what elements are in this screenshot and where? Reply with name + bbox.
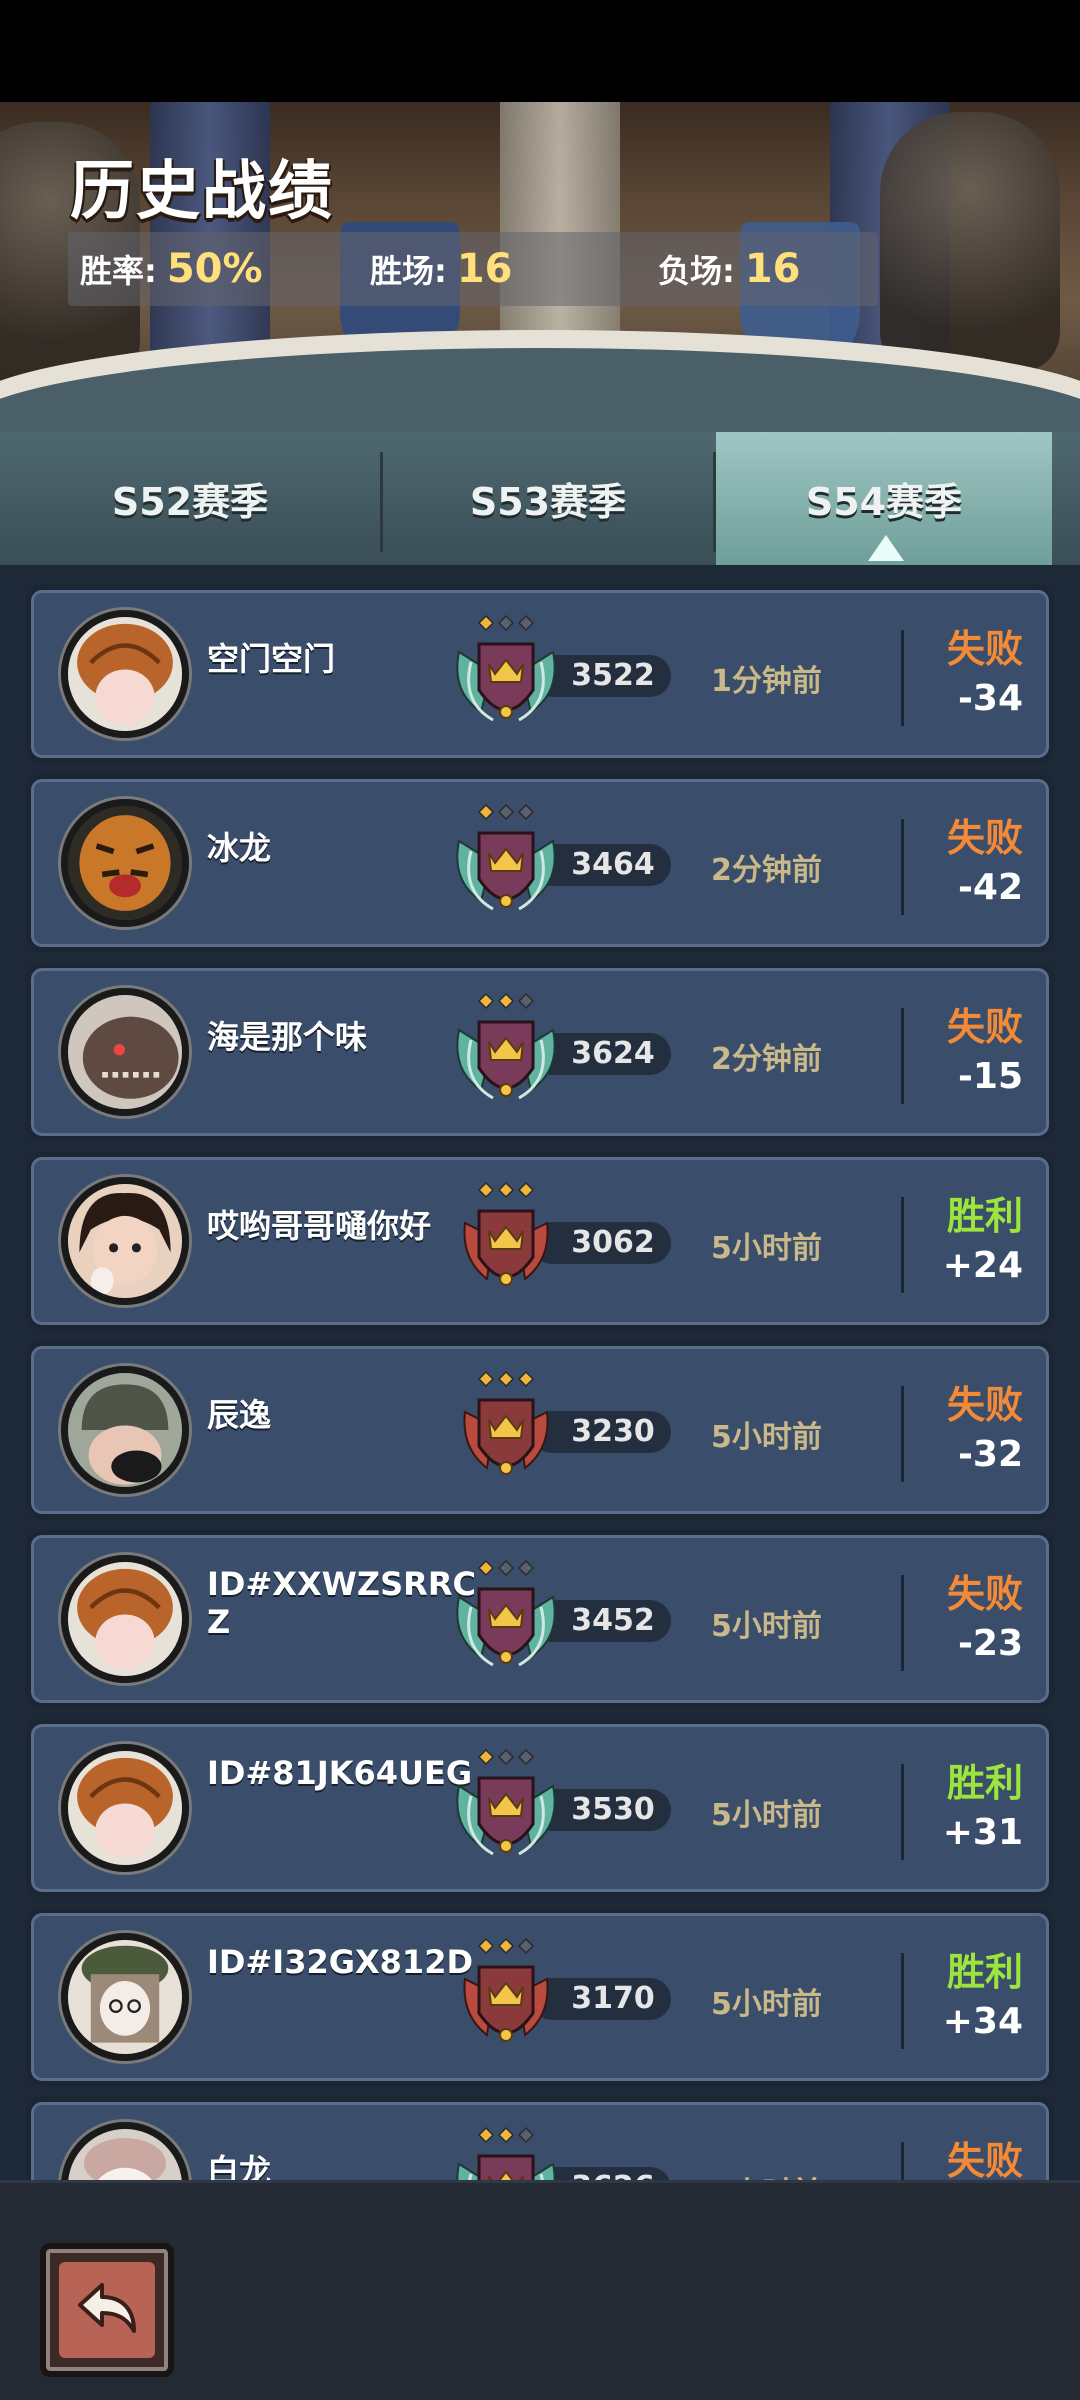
- rank-badge-icon: [451, 801, 561, 931]
- player-name: 白龙: [207, 2152, 272, 2180]
- chef-avatar[interactable]: [61, 2122, 189, 2180]
- divider: [901, 1008, 904, 1104]
- player-name: 辰逸: [207, 1396, 272, 1434]
- match-row[interactable]: 辰逸 3230 5小时前 失败 -32: [26, 1341, 1054, 1519]
- status-bar: [0, 0, 1080, 102]
- divider: [901, 1764, 904, 1860]
- stat-label: 胜率:: [80, 252, 157, 290]
- divider: [901, 1575, 904, 1671]
- match-row[interactable]: 海是那个味 3624 2分钟前 失败 -15: [26, 963, 1054, 1141]
- divider: [901, 819, 904, 915]
- rank-badge-icon: [451, 1179, 561, 1309]
- rank-badge-icon: [451, 990, 561, 1120]
- match-time: 5小时前: [711, 1987, 822, 2022]
- match-result: 失败: [946, 1383, 1023, 1427]
- tiger-avatar[interactable]: [61, 799, 189, 927]
- pumpkin-avatar[interactable]: [61, 1555, 189, 1683]
- match-row[interactable]: 哎哟哥哥嗵你好 3062 5小时前 胜利 +24: [26, 1152, 1054, 1330]
- match-time: 2分钟前: [711, 1042, 822, 1077]
- player-name: 空门空门: [207, 640, 336, 678]
- helmet-avatar[interactable]: [61, 1366, 189, 1494]
- match-history-list[interactable]: 空门空门 3522 1分钟前 失败 -34 冰龙 3464 2分钟前 失败 -42 海是那个味 362…: [0, 565, 1080, 2180]
- rank-badge-icon: [451, 612, 561, 742]
- player-name: 冰龙: [207, 829, 272, 867]
- match-time: 5小时前: [711, 1609, 822, 1644]
- match-result: 胜利: [946, 1950, 1023, 1994]
- match-row[interactable]: ID#81JK64UEG 3530 5小时前 胜利 +31: [26, 1719, 1054, 1897]
- match-row[interactable]: 白龙36265小时前失败-14: [26, 2097, 1054, 2180]
- match-time: 5小时前: [711, 1798, 822, 1833]
- stat-value: 16: [744, 246, 801, 292]
- monster-avatar[interactable]: [61, 988, 189, 1116]
- match-row[interactable]: 空门空门 3522 1分钟前 失败 -34: [26, 585, 1054, 763]
- rank-badge-icon: [451, 2124, 561, 2180]
- match-time: 5小时前: [711, 1231, 822, 1266]
- active-tab-pointer-icon: [868, 535, 904, 561]
- match-time: 5小时前: [711, 2168, 871, 2180]
- stat-value: 16: [456, 246, 513, 292]
- match-result: 失败: [946, 816, 1023, 860]
- back-button[interactable]: [40, 2243, 174, 2377]
- tab-s53[interactable]: S53赛季: [383, 432, 713, 565]
- tab-s52[interactable]: S52赛季: [0, 432, 380, 565]
- match-time: 1分钟前: [711, 664, 822, 699]
- page-title: 历史战绩: [70, 155, 334, 229]
- player-name: ID#XXWZSRRCZ: [207, 1565, 476, 1641]
- win-rate-stat: 胜率: 50%: [80, 246, 263, 292]
- losses-stat: 负场: 16: [658, 246, 800, 292]
- score-change: -42: [957, 867, 1023, 908]
- divider: [901, 1953, 904, 2049]
- rank-badge-icon: [451, 1935, 561, 2065]
- match-row[interactable]: ID#I32GX812D 3170 5小时前 胜利 +34: [26, 1908, 1054, 2086]
- back-arrow-icon: [59, 2262, 155, 2358]
- score-change: -34: [957, 678, 1023, 719]
- match-result: 胜利: [946, 1194, 1023, 1238]
- season-tabs: S52赛季 S53赛季 S54赛季: [0, 432, 1080, 565]
- divider: [901, 2142, 904, 2180]
- knight-statue-right: [880, 112, 1060, 372]
- wins-stat: 胜场: 16: [370, 246, 512, 292]
- match-result: 失败: [946, 627, 1023, 671]
- frog-hat-avatar[interactable]: [61, 1933, 189, 2061]
- match-result: 失败: [946, 2139, 1023, 2180]
- match-time: 2分钟前: [711, 853, 822, 888]
- match-result: 失败: [946, 1005, 1023, 1049]
- divider: [901, 1197, 904, 1293]
- stat-value: 50%: [166, 246, 263, 292]
- girl-avatar[interactable]: [61, 1177, 189, 1305]
- score-change: -32: [957, 1434, 1023, 1475]
- player-name: ID#81JK64UEG: [207, 1754, 473, 1792]
- stat-label: 胜场:: [370, 252, 447, 290]
- match-time: 5小时前: [711, 1420, 822, 1455]
- rank-badge-icon: [451, 1368, 561, 1498]
- score-change: +34: [942, 2001, 1023, 2042]
- score-change: -23: [957, 1623, 1023, 1664]
- player-name: 哎哟哥哥嗵你好: [207, 1207, 432, 1245]
- divider: [901, 630, 904, 726]
- score-change: -15: [957, 1056, 1023, 1097]
- score-change: +31: [942, 1812, 1023, 1853]
- player-name: ID#I32GX812D: [207, 1943, 474, 1981]
- divider: [901, 1386, 904, 1482]
- pumpkin-avatar[interactable]: [61, 610, 189, 738]
- player-name: 海是那个味: [207, 1018, 368, 1056]
- match-result: 胜利: [946, 1761, 1023, 1805]
- match-row[interactable]: 冰龙 3464 2分钟前 失败 -42: [26, 774, 1054, 952]
- stat-label: 负场:: [658, 252, 735, 290]
- match-result: 失败: [946, 1572, 1023, 1616]
- pumpkin-avatar[interactable]: [61, 1744, 189, 1872]
- match-row[interactable]: ID#XXWZSRRCZ 3452 5小时前 失败 -23: [26, 1530, 1054, 1708]
- rank-badge-icon: [451, 1557, 561, 1687]
- rank-badge-icon: [451, 1746, 561, 1876]
- score-change: +24: [942, 1245, 1023, 1286]
